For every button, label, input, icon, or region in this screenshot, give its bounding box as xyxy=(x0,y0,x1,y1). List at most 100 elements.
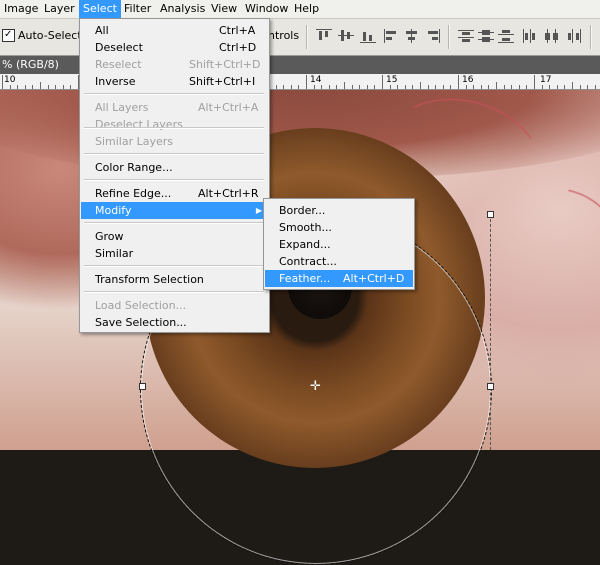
ruler-tick xyxy=(382,75,383,89)
menu-help[interactable]: Help xyxy=(290,0,323,18)
ruler-tick xyxy=(466,85,467,89)
modify-submenu: Border... Smooth... Expand... Contract... Fe… xyxy=(263,198,415,290)
ruler-tick xyxy=(405,85,406,89)
ruler-tick xyxy=(329,85,330,89)
toolbar-separator xyxy=(306,25,308,49)
toolbar-separator xyxy=(590,25,592,49)
menu-item-deselect-layers[interactable]: Deselect Layers xyxy=(81,116,268,133)
menu-item-shortcut: Alt+Ctrl+R xyxy=(198,187,259,200)
ruler-tick xyxy=(580,85,581,89)
menu-item-label: Deselect Layers xyxy=(95,118,183,131)
auto-select-checkbox[interactable] xyxy=(2,27,15,43)
menu-item-label: Save Selection... xyxy=(95,316,187,329)
distribute-bottom-edges-icon[interactable] xyxy=(498,29,514,43)
menu-item-label: Load Selection... xyxy=(95,299,187,312)
submenu-item-smooth[interactable]: Smooth... xyxy=(265,219,413,236)
menu-item-label: Border... xyxy=(279,204,326,217)
auto-select-option[interactable]: Auto-Select: xyxy=(2,27,86,44)
distribute-left-edges-icon[interactable] xyxy=(522,29,538,43)
ruler-tick xyxy=(587,85,588,89)
menu-view[interactable]: View xyxy=(207,0,241,18)
menu-item-all[interactable]: All Ctrl+A xyxy=(81,22,268,39)
ruler-tick xyxy=(473,85,474,89)
menu-item-grow[interactable]: Grow xyxy=(81,228,268,245)
distribute-top-edges-icon[interactable] xyxy=(458,29,474,43)
menu-item-label: All xyxy=(95,24,109,37)
menu-separator xyxy=(84,222,264,224)
ruler-tick xyxy=(306,75,307,89)
menu-item-modify[interactable]: Modify ▶ xyxy=(81,202,268,219)
ruler-tick xyxy=(25,85,26,89)
menu-item-transform-selection[interactable]: Transform Selection xyxy=(81,271,268,288)
menu-item-shortcut: Shift+Ctrl+D xyxy=(189,58,261,71)
ruler-tick xyxy=(2,75,3,89)
ruler-tick xyxy=(519,85,520,89)
menu-separator xyxy=(84,179,264,181)
ruler-tick xyxy=(321,85,322,89)
ruler-tick xyxy=(17,85,18,89)
ruler-tick xyxy=(488,85,489,89)
transform-bounding-box-edge xyxy=(490,214,491,450)
ruler-tick xyxy=(412,85,413,89)
ruler-tick xyxy=(458,75,459,89)
align-bottom-edges-icon[interactable] xyxy=(360,29,376,43)
menu-item-reselect[interactable]: Reselect Shift+Ctrl+D xyxy=(81,56,268,73)
align-top-edges-icon[interactable] xyxy=(316,29,332,43)
transform-handle-right[interactable] xyxy=(487,383,494,390)
menu-item-inverse[interactable]: Inverse Shift+Ctrl+I xyxy=(81,73,268,90)
menu-item-similar-layers[interactable]: Similar Layers xyxy=(81,133,268,150)
submenu-item-expand[interactable]: Expand... xyxy=(265,236,413,253)
align-left-edges-icon[interactable] xyxy=(384,29,400,43)
distribute-vertical-centers-icon[interactable] xyxy=(478,29,494,43)
menu-filter[interactable]: Filter xyxy=(120,0,155,18)
menu-window[interactable]: Window xyxy=(241,0,292,18)
menu-item-label: Color Range... xyxy=(95,161,173,174)
ruler-tick xyxy=(336,85,337,89)
align-horizontal-centers-icon[interactable] xyxy=(404,29,420,43)
ruler-tick xyxy=(352,85,353,89)
ruler-tick xyxy=(572,82,573,89)
menu-separator xyxy=(84,291,264,293)
menu-item-label: Modify xyxy=(95,204,132,217)
ruler-tick xyxy=(496,82,497,89)
ruler-tick xyxy=(443,85,444,89)
menu-item-shortcut: Shift+Ctrl+I xyxy=(189,75,256,88)
menu-item-similar[interactable]: Similar xyxy=(81,245,268,262)
distribute-horizontal-centers-icon[interactable] xyxy=(544,29,560,43)
align-vertical-centers-icon[interactable] xyxy=(338,29,354,43)
ruler-tick xyxy=(314,85,315,89)
align-right-edges-icon[interactable] xyxy=(424,29,440,43)
submenu-item-feather[interactable]: Feather... Alt+Ctrl+D xyxy=(265,270,413,287)
show-transform-controls-label[interactable]: ntrols xyxy=(268,28,299,44)
menu-item-refine-edge[interactable]: Refine Edge... Alt+Ctrl+R xyxy=(81,185,268,202)
menu-item-color-range[interactable]: Color Range... xyxy=(81,159,268,176)
transform-handle-left[interactable] xyxy=(139,383,146,390)
menu-bar: Image Layer Select Filter Analysis View … xyxy=(0,0,600,19)
ruler-tick xyxy=(542,85,543,89)
distribute-right-edges-icon[interactable] xyxy=(566,29,582,43)
menu-separator xyxy=(84,265,264,267)
menu-item-load-selection[interactable]: Load Selection... xyxy=(81,297,268,314)
menu-item-label: Transform Selection xyxy=(95,273,204,286)
menu-item-all-layers[interactable]: All Layers Alt+Ctrl+A xyxy=(81,99,268,116)
select-menu-dropdown: All Ctrl+A Deselect Ctrl+D Reselect Shift+Ctr… xyxy=(79,18,270,333)
reference-point-crosshair-icon[interactable]: ✛ xyxy=(309,380,322,393)
menu-item-shortcut: Alt+Ctrl+D xyxy=(343,272,405,285)
menu-item-shortcut: Ctrl+A xyxy=(219,24,256,37)
menu-item-label: Reselect xyxy=(95,58,142,71)
ruler-tick xyxy=(504,85,505,89)
auto-select-label: Auto-Select: xyxy=(18,29,86,42)
menu-image[interactable]: Image xyxy=(0,0,42,18)
ruler-tick xyxy=(70,85,71,89)
menu-select[interactable]: Select xyxy=(79,0,121,18)
submenu-item-contract[interactable]: Contract... xyxy=(265,253,413,270)
transform-handle-top-right[interactable] xyxy=(487,211,494,218)
submenu-item-border[interactable]: Border... xyxy=(265,202,413,219)
ruler-tick xyxy=(367,85,368,89)
menu-analysis[interactable]: Analysis xyxy=(156,0,209,18)
menu-item-label: Deselect xyxy=(95,41,143,54)
ruler-tick xyxy=(397,85,398,89)
menu-layer[interactable]: Layer xyxy=(40,0,79,18)
menu-item-deselect[interactable]: Deselect Ctrl+D xyxy=(81,39,268,56)
menu-item-save-selection[interactable]: Save Selection... xyxy=(81,314,268,331)
